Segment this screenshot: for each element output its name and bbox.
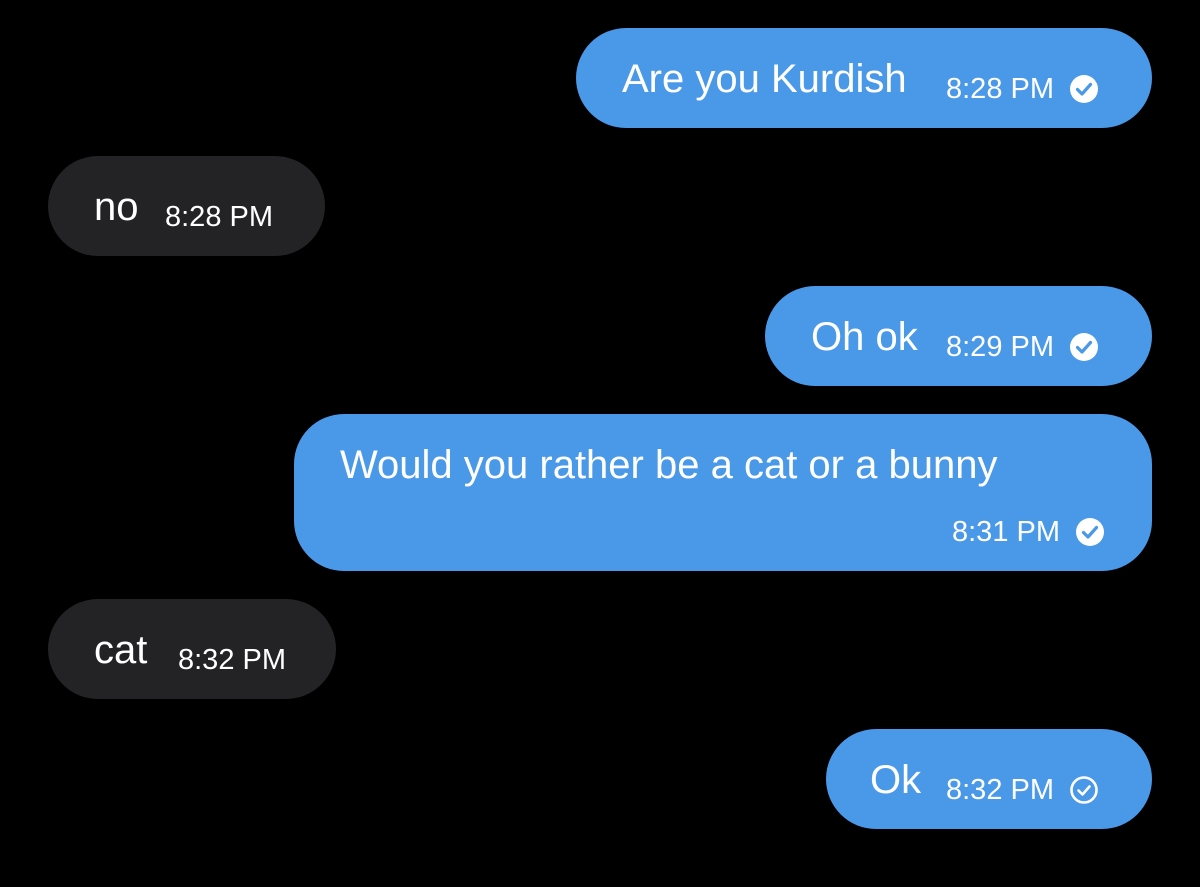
message-bubble-received[interactable]: cat 8:32 PM xyxy=(48,599,336,699)
message-meta: 8:32 PM xyxy=(946,774,1099,806)
message-timestamp: 8:28 PM xyxy=(946,73,1054,105)
message-bubble-sent[interactable]: Oh ok 8:29 PM xyxy=(765,286,1152,386)
message-text: Are you Kurdish xyxy=(622,57,907,101)
check-circle-filled-icon xyxy=(1070,75,1098,103)
message-meta: 8:31 PM xyxy=(952,516,1105,548)
message-text: Oh ok xyxy=(811,315,918,359)
message-meta: 8:28 PM xyxy=(946,73,1099,105)
message-timestamp: 8:31 PM xyxy=(952,516,1060,548)
check-circle-outline-icon xyxy=(1070,776,1098,804)
message-text: Would you rather be a cat or a bunny xyxy=(340,443,998,487)
message-timestamp: 8:32 PM xyxy=(946,774,1054,806)
message-meta: 8:32 PM xyxy=(178,644,286,676)
message-timestamp: 8:28 PM xyxy=(165,201,273,233)
message-bubble-sent[interactable]: Ok 8:32 PM xyxy=(826,729,1152,829)
message-text: cat xyxy=(94,628,148,672)
check-circle-filled-icon xyxy=(1070,333,1098,361)
message-bubble-sent[interactable]: Would you rather be a cat or a bunny 8:3… xyxy=(294,414,1152,571)
message-meta: 8:28 PM xyxy=(165,201,273,233)
message-timestamp: 8:29 PM xyxy=(946,331,1054,363)
check-circle-filled-icon xyxy=(1076,518,1104,546)
message-bubble-sent[interactable]: Are you Kurdish 8:28 PM xyxy=(576,28,1152,128)
message-timestamp: 8:32 PM xyxy=(178,644,286,676)
message-meta: 8:29 PM xyxy=(946,331,1099,363)
message-text: Ok xyxy=(870,758,922,802)
chat-thread: Are you Kurdish 8:28 PM no 8:28 PM Oh ok… xyxy=(0,0,1200,887)
message-text: no xyxy=(94,185,139,229)
message-bubble-received[interactable]: no 8:28 PM xyxy=(48,156,325,256)
